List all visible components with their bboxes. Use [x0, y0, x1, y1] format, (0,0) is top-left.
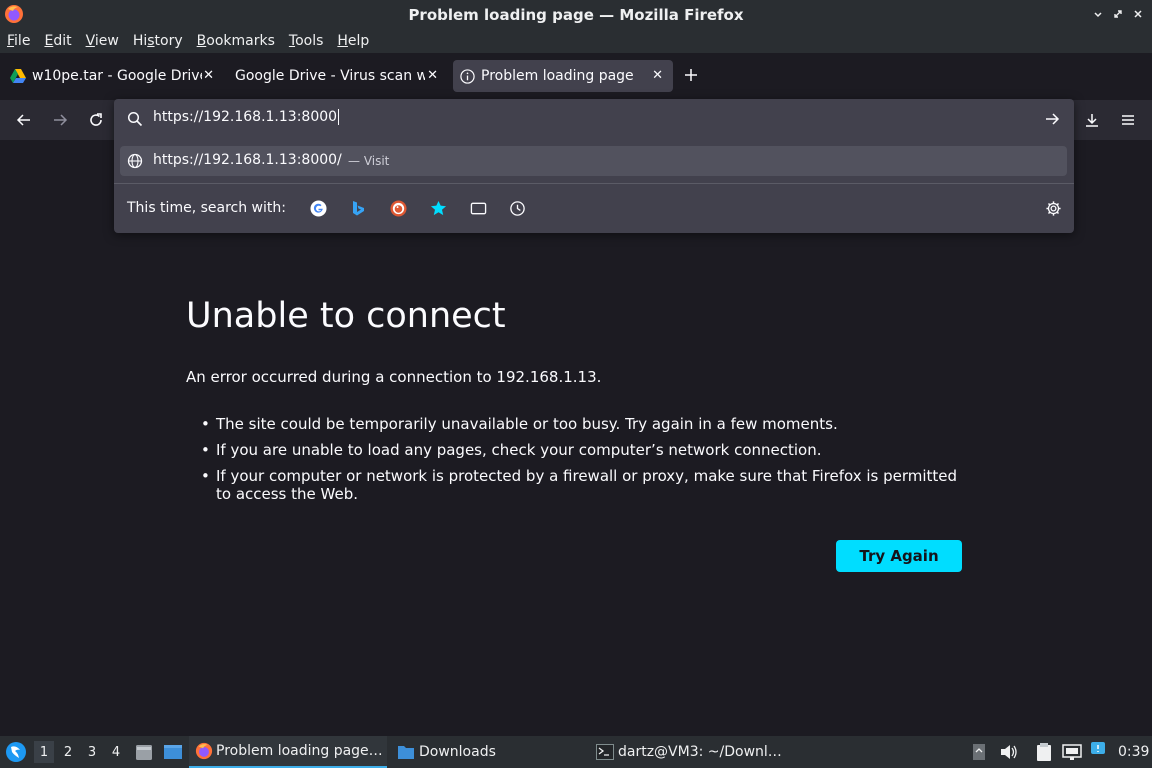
url-input[interactable]: https://192.168.1.13:8000 — [114, 99, 1074, 139]
minimize-icon[interactable] — [1088, 4, 1108, 24]
clipboard-icon[interactable] — [1035, 742, 1053, 762]
suggestion-action: — Visit — [348, 154, 390, 168]
gear-icon[interactable] — [1044, 199, 1062, 217]
task-firefox[interactable]: Problem loading page… — [189, 736, 387, 768]
tray-arrow-icon[interactable] — [971, 743, 987, 761]
show-desktop-icon[interactable] — [163, 743, 183, 761]
menu-edit[interactable]: Edit — [44, 33, 71, 49]
suggestion-url: https://192.168.1.13:8000/ — [153, 152, 342, 168]
menu-bar: File Edit View History Bookmarks Tools H… — [0, 29, 1152, 53]
search-with-label: This time, search with: — [127, 200, 286, 216]
list-item: If you are unable to load any pages, che… — [201, 441, 971, 459]
firefox-icon — [195, 742, 213, 760]
menu-bookmarks[interactable]: Bookmarks — [197, 33, 275, 49]
text-caret — [338, 109, 340, 125]
info-icon — [460, 68, 475, 84]
system-taskbar: 1 2 3 4 Problem loading page… Downloads … — [0, 736, 1152, 768]
hamburger-menu-icon[interactable] — [1116, 108, 1140, 132]
url-value: https://192.168.1.13:8000 — [153, 109, 338, 125]
google-icon[interactable] — [309, 199, 327, 217]
clock[interactable]: 0:39 — [1118, 736, 1149, 768]
google-drive-icon — [10, 69, 26, 83]
firefox-icon — [4, 4, 24, 24]
menu-file[interactable]: File — [7, 33, 30, 49]
menu-help[interactable]: Help — [337, 33, 369, 49]
search-icon — [127, 111, 143, 127]
close-window-icon[interactable] — [1128, 4, 1148, 24]
bing-icon[interactable] — [349, 199, 367, 217]
url-bar-dropdown: https://192.168.1.13:8000 https://192.16… — [114, 99, 1074, 233]
restore-icon[interactable] — [1108, 4, 1128, 24]
window-title: Problem loading page — Mozilla Firefox — [408, 5, 744, 24]
file-manager-icon[interactable] — [134, 742, 154, 762]
desktop-1[interactable]: 1 — [34, 741, 54, 763]
menu-view[interactable]: View — [86, 33, 119, 49]
tab-strip: w10pe.tar - Google Drive ✕ Google Drive … — [0, 53, 1152, 100]
tab-w10pe[interactable]: w10pe.tar - Google Drive ✕ — [6, 60, 218, 92]
duckduckgo-icon[interactable] — [389, 199, 407, 217]
menu-tools[interactable]: Tools — [289, 33, 324, 49]
volume-icon[interactable] — [1000, 744, 1018, 760]
task-downloads[interactable]: Downloads — [393, 736, 583, 768]
new-tab-plus-icon[interactable] — [684, 63, 698, 87]
history-icon[interactable] — [508, 199, 526, 217]
globe-icon — [127, 153, 143, 169]
bookmarks-star-icon[interactable] — [429, 199, 447, 217]
forward-arrow-icon[interactable] — [48, 108, 72, 132]
network-icon[interactable] — [1062, 743, 1082, 761]
divider — [114, 183, 1074, 184]
menu-history[interactable]: History — [133, 33, 183, 49]
error-description: An error occurred during a connection to… — [186, 368, 602, 386]
desktop-3[interactable]: 3 — [82, 741, 102, 763]
task-terminal[interactable]: dartz@VM3: ~/Downl… — [593, 736, 793, 768]
error-title: Unable to connect — [186, 296, 506, 336]
tab-close-icon[interactable]: ✕ — [203, 68, 214, 83]
app-launcher-icon[interactable] — [5, 741, 27, 763]
window-titlebar: Problem loading page — Mozilla Firefox — [0, 0, 1152, 29]
go-arrow-icon[interactable] — [1044, 111, 1060, 127]
list-item: The site could be temporarily unavailabl… — [201, 415, 971, 433]
terminal-icon — [596, 744, 614, 760]
error-suggestions-list: The site could be temporarily unavailabl… — [201, 415, 971, 511]
tabs-icon[interactable] — [469, 199, 487, 217]
tab-problem-loading[interactable]: Problem loading page ✕ — [453, 60, 673, 92]
desktop-4[interactable]: 4 — [106, 741, 126, 763]
downloads-icon[interactable] — [1080, 108, 1104, 132]
back-arrow-icon[interactable] — [12, 108, 36, 132]
list-item: If your computer or network is protected… — [201, 467, 971, 503]
folder-icon — [397, 744, 415, 760]
tab-close-icon[interactable]: ✕ — [652, 68, 663, 83]
reload-icon[interactable] — [84, 108, 108, 132]
tab-virus-scan[interactable]: Google Drive - Virus scan wa ✕ — [230, 60, 442, 92]
tab-close-icon[interactable]: ✕ — [427, 68, 438, 83]
desktop-2[interactable]: 2 — [58, 741, 78, 763]
try-again-button[interactable]: Try Again — [836, 540, 962, 572]
url-suggestion-row[interactable]: https://192.168.1.13:8000/ — Visit — [120, 146, 1067, 176]
notifications-icon[interactable] — [1090, 741, 1106, 757]
